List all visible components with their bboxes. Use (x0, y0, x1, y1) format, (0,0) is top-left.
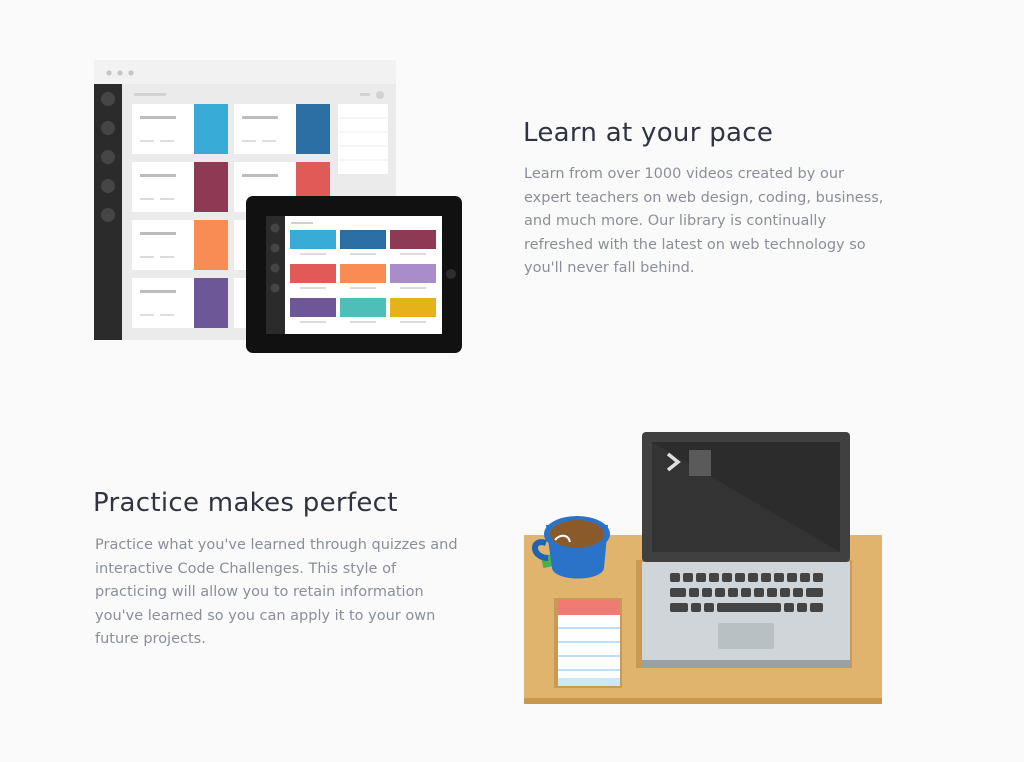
laptop (642, 432, 850, 668)
course-card (132, 104, 228, 154)
coding-desk-illustration (524, 432, 882, 704)
tablet-home-button-icon (446, 269, 456, 279)
course-card (132, 278, 228, 328)
trackpad (718, 623, 774, 649)
section-body-practice: Practice what you've learned through qui… (95, 537, 458, 647)
section-body-pace: Learn from over 1000 videos created by o… (524, 166, 884, 276)
section-title-practice: Practice makes perfect (93, 488, 398, 518)
course-card (234, 104, 330, 154)
tablet-device (246, 196, 462, 353)
section-title-pace: Learn at your pace (523, 118, 774, 148)
notepad-icon (554, 598, 622, 688)
course-card (132, 162, 228, 212)
list-panel (338, 104, 388, 174)
cursor-block-icon (689, 450, 711, 476)
course-card (132, 220, 228, 270)
course-library-illustration (94, 60, 462, 353)
